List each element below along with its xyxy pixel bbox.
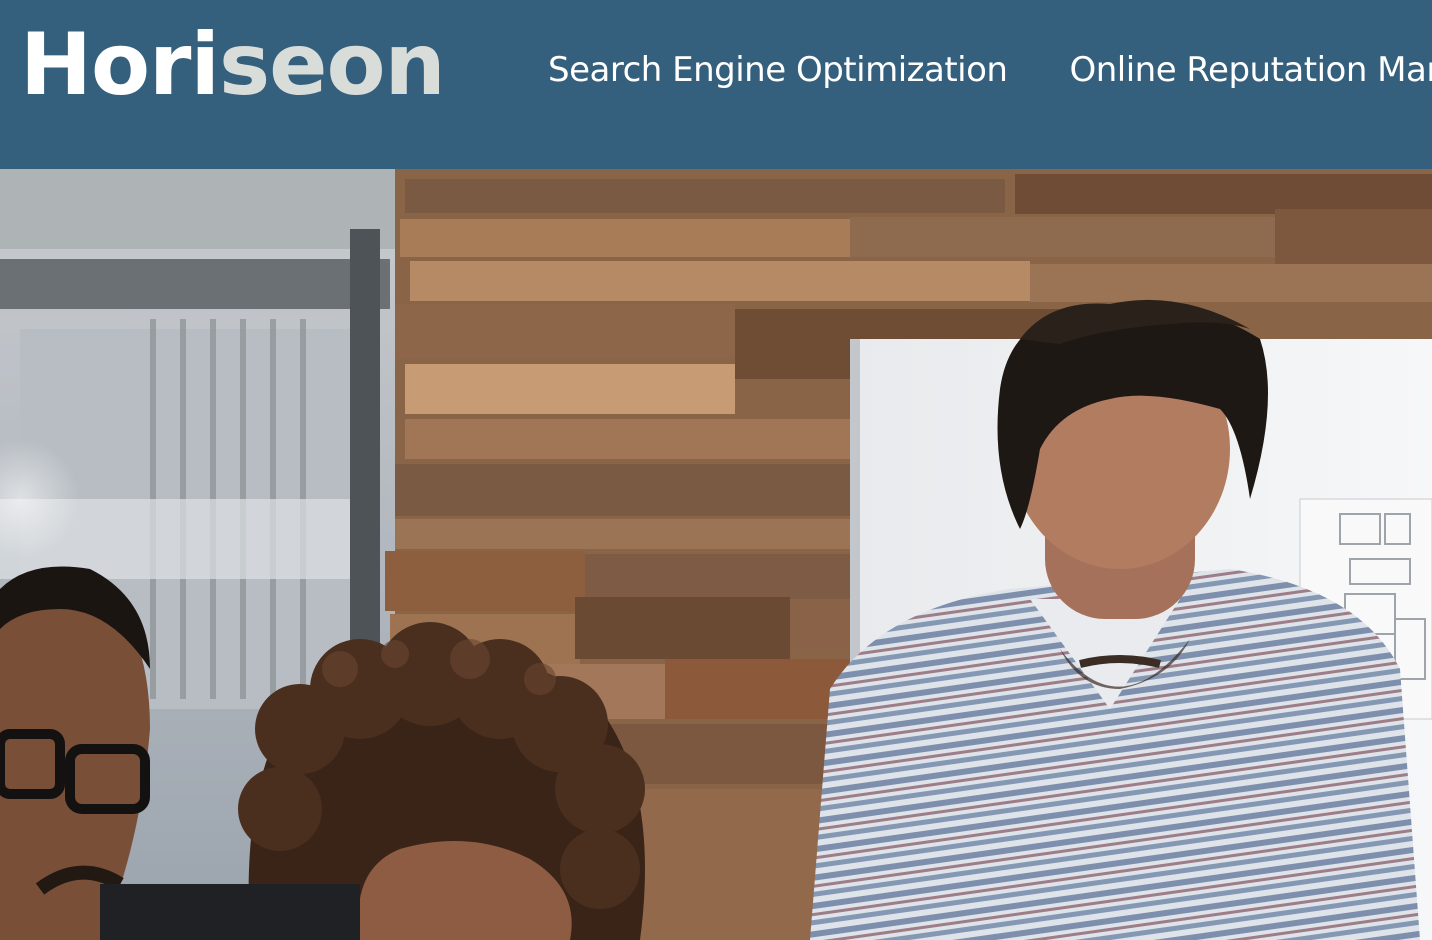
page: Horiseon Search Engine Optimization Onli… <box>0 0 1432 940</box>
main-nav: Search Engine Optimization Online Reputa… <box>548 50 1432 90</box>
logo-text-primary: Hori <box>20 15 220 115</box>
hero-image <box>0 169 1432 940</box>
site-header: Horiseon Search Engine Optimization Onli… <box>0 0 1432 169</box>
site-logo[interactable]: Horiseon <box>20 15 446 115</box>
logo-text-secondary: seon <box>218 15 446 115</box>
nav-link-seo[interactable]: Search Engine Optimization <box>548 50 1008 90</box>
nav-link-online-reputation[interactable]: Online Reputation Man <box>1069 50 1432 90</box>
